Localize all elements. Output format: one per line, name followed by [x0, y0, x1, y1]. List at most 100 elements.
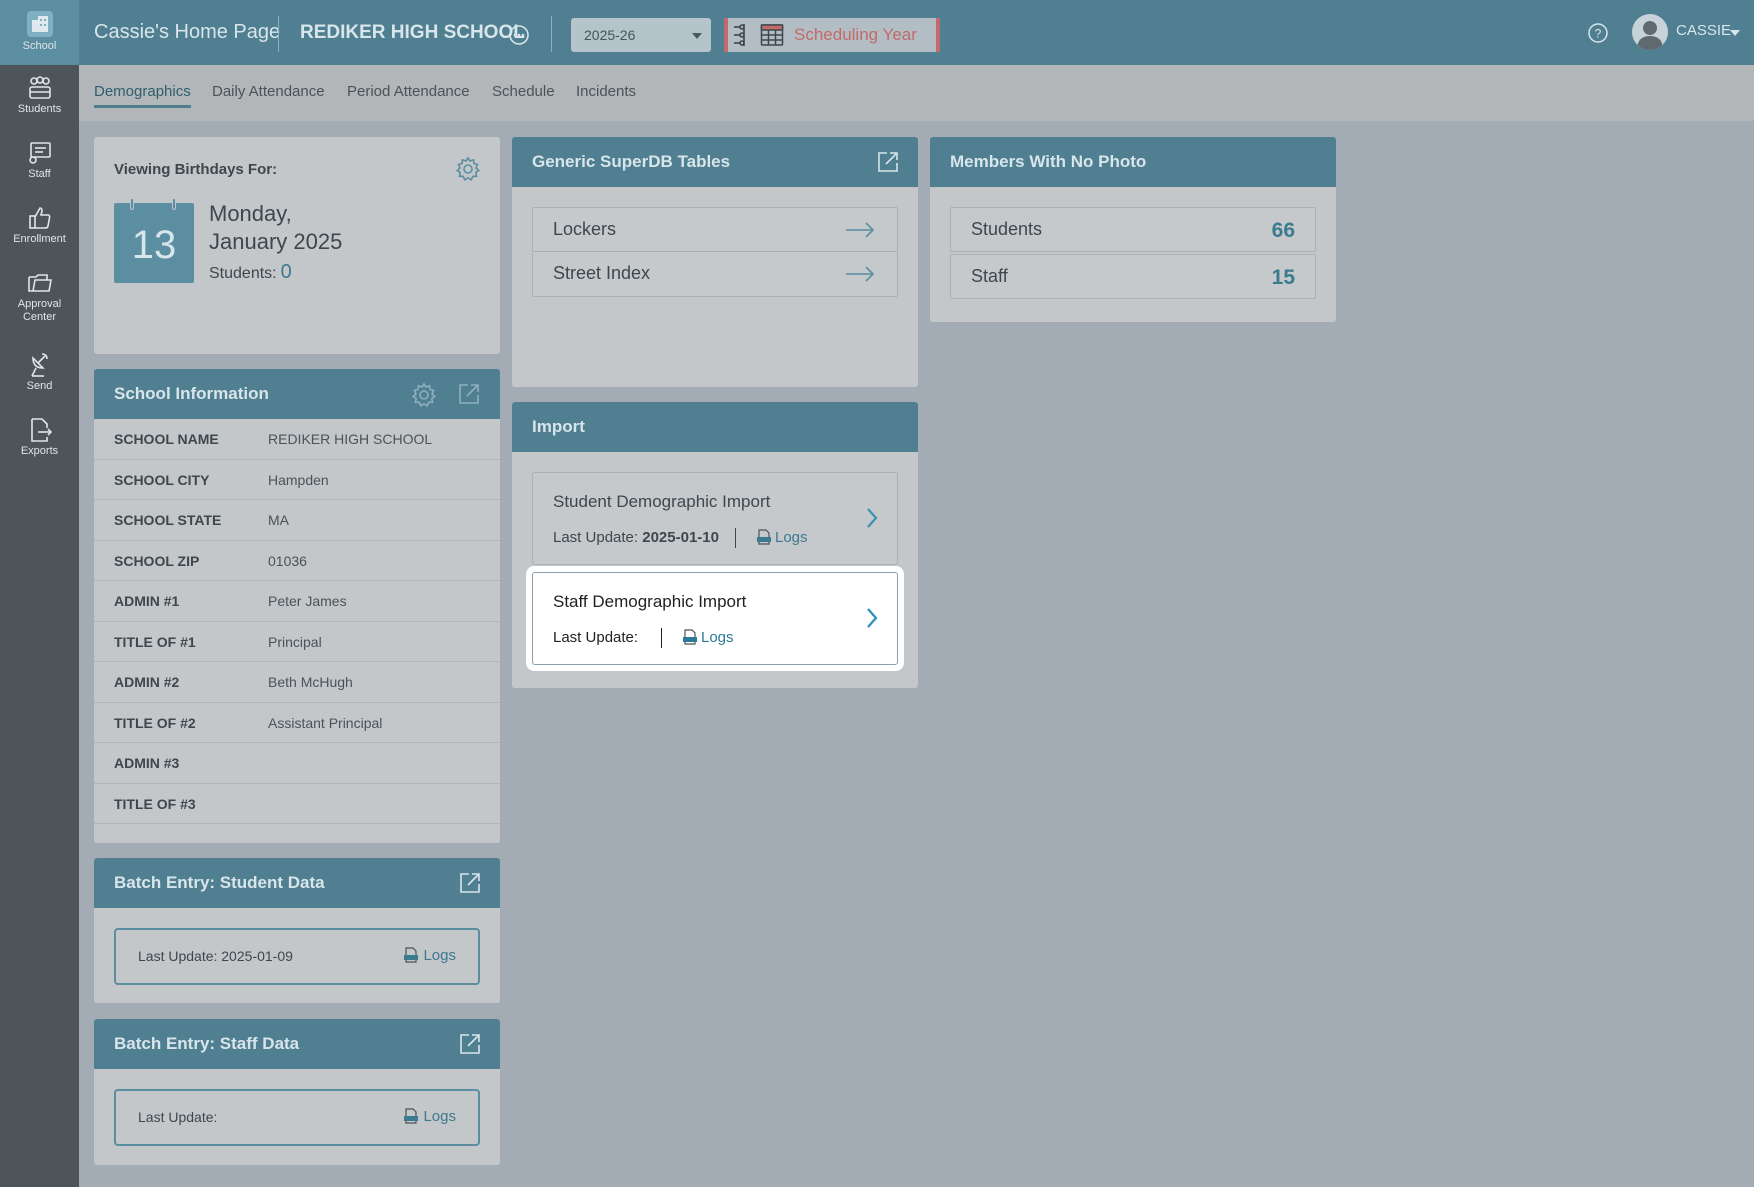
rail-item-school[interactable]: School — [0, 0, 79, 65]
sub-nav: Demographics Daily Attendance Period Att… — [79, 65, 1754, 121]
students-count[interactable]: 0 — [281, 261, 292, 283]
table-row: SCHOOL NAME REDIKER HIGH SCHOOL — [94, 419, 500, 460]
field-value: Principal — [268, 633, 322, 650]
active-tab-indicator — [94, 105, 191, 108]
logs-label: Logs — [775, 529, 808, 546]
export-file-icon — [30, 418, 52, 442]
superdb-tables-card: Generic SuperDB Tables Lockers Street In… — [512, 137, 918, 387]
tab-daily-attendance[interactable]: Daily Attendance — [212, 83, 325, 100]
folder-icon — [27, 274, 52, 292]
field-value: Beth McHugh — [268, 674, 353, 690]
chevron-down-icon[interactable] — [1730, 30, 1740, 36]
tab-incidents[interactable]: Incidents — [576, 83, 636, 100]
list-item-street-index[interactable]: Street Index — [532, 252, 898, 297]
school-year-select[interactable]: 2025-26 — [571, 18, 711, 52]
school-name-title: REDIKER HIGH SCHOOL — [300, 22, 525, 43]
table-row: ADMIN #1 Peter James — [94, 581, 500, 622]
field-value: REDIKER HIGH SCHOOL — [268, 431, 433, 447]
field-key: SCHOOL STATE — [114, 512, 222, 528]
field-value: 01036 — [268, 552, 307, 569]
more-options-icon[interactable] — [508, 24, 530, 46]
rail-item-exports[interactable]: Exports — [0, 417, 79, 458]
rail-item-staff[interactable]: Staff — [0, 140, 79, 181]
last-update-label: Last Update: — [553, 529, 639, 546]
calendar-ring — [172, 198, 176, 210]
avatar[interactable] — [1632, 14, 1668, 50]
members-no-photo-card: Members With No Photo Students 66 Staff … — [930, 137, 1336, 322]
help-icon[interactable]: ? — [1587, 22, 1609, 44]
gear-icon[interactable] — [455, 156, 481, 182]
chevron-down-icon — [692, 33, 702, 39]
students-icon — [28, 76, 51, 99]
staff-demographic-import-item[interactable]: Staff Demographic Import Last Update: Lo… — [532, 572, 898, 665]
no-photo-list: Students 66 Staff 15 — [950, 207, 1316, 299]
school-icon — [26, 11, 53, 37]
list-item-students[interactable]: Students 66 — [950, 207, 1316, 252]
external-link-icon[interactable] — [877, 151, 899, 173]
field-key: TITLE OF #3 — [114, 795, 196, 812]
card-title: Generic SuperDB Tables — [532, 152, 731, 171]
card-title: Import — [532, 417, 585, 436]
list-item-staff[interactable]: Staff 15 — [950, 254, 1316, 299]
tab-schedule[interactable]: Schedule — [492, 83, 555, 100]
logs-link[interactable]: Logs — [756, 529, 808, 546]
field-key: SCHOOL CITY — [114, 471, 210, 488]
last-update-text: Last Update: — [138, 1109, 218, 1125]
top-bar: Cassie's Home Page REDIKER HIGH SCHOOL 2… — [79, 0, 1754, 65]
rail-item-approval-center[interactable]: Approval Center — [0, 270, 79, 324]
batch-entry-student-card: Batch Entry: Student Data Last Update: 2… — [94, 858, 500, 1003]
divider — [278, 16, 279, 52]
last-update-label: Last Update: — [553, 629, 639, 646]
log-file-icon — [683, 629, 697, 645]
logs-label: Logs — [701, 629, 734, 646]
user-menu-label[interactable]: CASSIE — [1676, 22, 1731, 39]
external-link-icon[interactable] — [459, 1033, 481, 1055]
tab-period-attendance[interactable]: Period Attendance — [347, 83, 470, 100]
students-label: Students: — [209, 265, 277, 282]
list-item-label: Students — [971, 219, 1043, 239]
school-information-card: School Information SCHOOL NAME REDIKER HI… — [94, 369, 500, 843]
field-key: ADMIN #3 — [114, 755, 180, 771]
field-key: SCHOOL NAME — [114, 431, 219, 447]
batch-entry-staff-header: Batch Entry: Staff Data — [94, 1019, 500, 1069]
student-demographic-import-item[interactable]: Student Demographic Import Last Update: … — [532, 472, 898, 565]
rail-item-enrollment[interactable]: Enrollment — [0, 205, 79, 246]
rail-item-students[interactable]: Students — [0, 75, 79, 116]
birthday-month-year: January 2025 — [209, 229, 343, 254]
staff-icon — [28, 142, 51, 164]
chevron-right-icon — [867, 508, 878, 528]
list-item-lockers[interactable]: Lockers — [532, 207, 898, 252]
rail-label: School — [22, 40, 57, 52]
log-file-icon — [404, 947, 419, 963]
import-card: Import Student Demographic Import Last U… — [512, 402, 918, 688]
logs-link[interactable]: Logs — [403, 947, 456, 964]
scheduling-year-badge[interactable]: Scheduling Year — [724, 18, 940, 52]
members-no-photo-header: Members With No Photo — [930, 137, 1336, 187]
last-update-text: Last Update: — [553, 629, 638, 646]
logs-label: Logs — [423, 947, 456, 964]
logs-link[interactable]: Logs — [682, 629, 734, 646]
field-value: Peter James — [268, 593, 347, 609]
list-item-label: Street Index — [553, 263, 651, 283]
rail-label: Send — [26, 380, 53, 392]
tab-demographics[interactable]: Demographics — [94, 83, 191, 100]
import-title: Student Demographic Import — [553, 492, 771, 511]
logs-label: Logs — [423, 1108, 456, 1125]
field-key: ADMIN #1 — [114, 593, 180, 609]
import-title: Staff Demographic Import — [553, 592, 747, 611]
birthdays-card: Viewing Birthdays For: 13 Monday, Januar… — [94, 137, 500, 354]
rail-item-send[interactable]: Send — [0, 352, 79, 393]
superdb-tables-header: Generic SuperDB Tables — [512, 137, 918, 187]
table-row: SCHOOL ZIP 01036 — [94, 541, 500, 581]
divider — [735, 528, 736, 548]
left-nav-rail: School Students Staff Enrollment Approva… — [0, 0, 79, 1187]
logs-link[interactable]: Logs — [403, 1108, 456, 1125]
thumbs-up-icon — [28, 207, 50, 229]
batch-entry-student-header: Batch Entry: Student Data — [94, 858, 500, 908]
table-row: TITLE OF #1 Principal — [94, 622, 500, 662]
external-link-icon[interactable] — [459, 872, 481, 894]
external-link-icon[interactable] — [458, 383, 480, 405]
home-page-title[interactable]: Cassie's Home Page — [94, 21, 280, 44]
arrow-right-icon — [846, 266, 875, 282]
gear-icon[interactable] — [411, 382, 437, 408]
